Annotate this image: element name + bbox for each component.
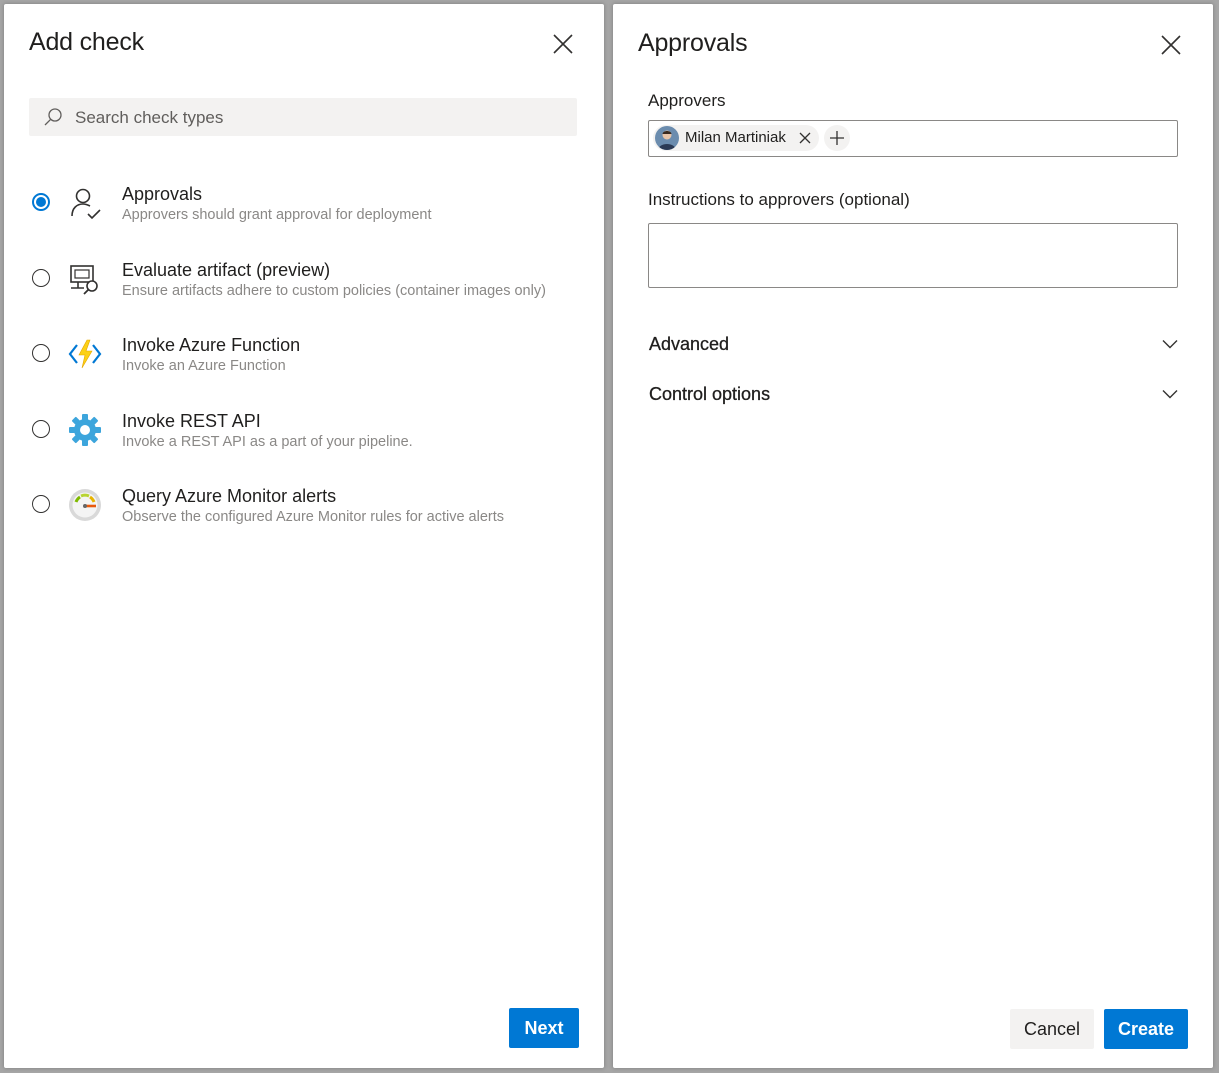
next-button[interactable]: Next xyxy=(509,1008,579,1048)
artifact-search-icon xyxy=(68,262,102,296)
close-button[interactable] xyxy=(1157,31,1185,59)
radio-azure-function[interactable] xyxy=(32,344,50,362)
check-title: Invoke Azure Function xyxy=(122,335,301,355)
search-box[interactable] xyxy=(29,98,577,138)
add-check-panel: Add check Approvals Approvers should gra… xyxy=(4,4,604,1068)
check-description: Observe the configured Azure Monitor rul… xyxy=(122,509,505,525)
gear-icon xyxy=(68,413,102,447)
add-approver-button[interactable] xyxy=(824,125,850,151)
check-type-azure-monitor[interactable]: Query Azure Monitor alerts Observe the c… xyxy=(30,486,590,536)
panel-title: Add check xyxy=(29,28,144,56)
search-icon xyxy=(44,108,62,126)
check-type-approvals[interactable]: Approvals Approvers should grant approva… xyxy=(30,184,590,234)
check-title: Invoke REST API xyxy=(122,411,261,431)
check-description: Approvers should grant approval for depl… xyxy=(122,207,432,223)
check-title: Approvals xyxy=(122,184,203,204)
azure-function-icon xyxy=(68,337,102,371)
plus-icon xyxy=(830,131,844,145)
instructions-label: Instructions to approvers (optional) xyxy=(648,190,910,209)
close-icon xyxy=(553,34,573,54)
approvals-panel: Approvals Approvers Milan Martiniak Inst… xyxy=(613,4,1213,1068)
approver-name: Milan Martiniak xyxy=(685,129,786,146)
user-check-icon xyxy=(68,186,102,220)
section-label: Advanced xyxy=(649,334,730,354)
check-type-azure-function[interactable]: Invoke Azure Function Invoke an Azure Fu… xyxy=(30,335,590,385)
check-title: Evaluate artifact (preview) xyxy=(122,260,331,280)
search-input[interactable] xyxy=(73,98,567,138)
panel-title: Approvals xyxy=(638,29,748,57)
check-title: Query Azure Monitor alerts xyxy=(122,486,337,506)
check-description: Invoke an Azure Function xyxy=(122,358,286,374)
check-description: Ensure artifacts adhere to custom polici… xyxy=(122,283,546,299)
approvers-label: Approvers xyxy=(648,91,726,110)
close-button[interactable] xyxy=(549,30,577,58)
remove-approver-icon[interactable] xyxy=(797,130,813,146)
chevron-down-icon xyxy=(1162,340,1178,349)
section-label: Control options xyxy=(649,384,771,404)
chevron-down-icon xyxy=(1162,390,1178,399)
radio-evaluate-artifact[interactable] xyxy=(32,269,50,287)
radio-approvals[interactable] xyxy=(32,193,50,211)
approver-chip[interactable]: Milan Martiniak xyxy=(653,125,819,151)
radio-rest-api[interactable] xyxy=(32,420,50,438)
radio-azure-monitor[interactable] xyxy=(32,495,50,513)
advanced-section-header[interactable]: Advanced xyxy=(649,330,1179,360)
close-icon xyxy=(1161,35,1181,55)
monitor-gauge-icon xyxy=(68,488,102,522)
cancel-button[interactable]: Cancel xyxy=(1010,1009,1094,1049)
avatar xyxy=(655,126,679,150)
check-type-evaluate-artifact[interactable]: Evaluate artifact (preview) Ensure artif… xyxy=(30,260,590,310)
control-options-section-header[interactable]: Control options xyxy=(649,380,1179,410)
instructions-input[interactable] xyxy=(648,223,1178,288)
check-description: Invoke a REST API as a part of your pipe… xyxy=(122,434,413,450)
check-type-rest-api[interactable]: Invoke REST API Invoke a REST API as a p… xyxy=(30,411,590,461)
create-button[interactable]: Create xyxy=(1104,1009,1188,1049)
approvers-picker[interactable]: Milan Martiniak xyxy=(648,120,1178,157)
